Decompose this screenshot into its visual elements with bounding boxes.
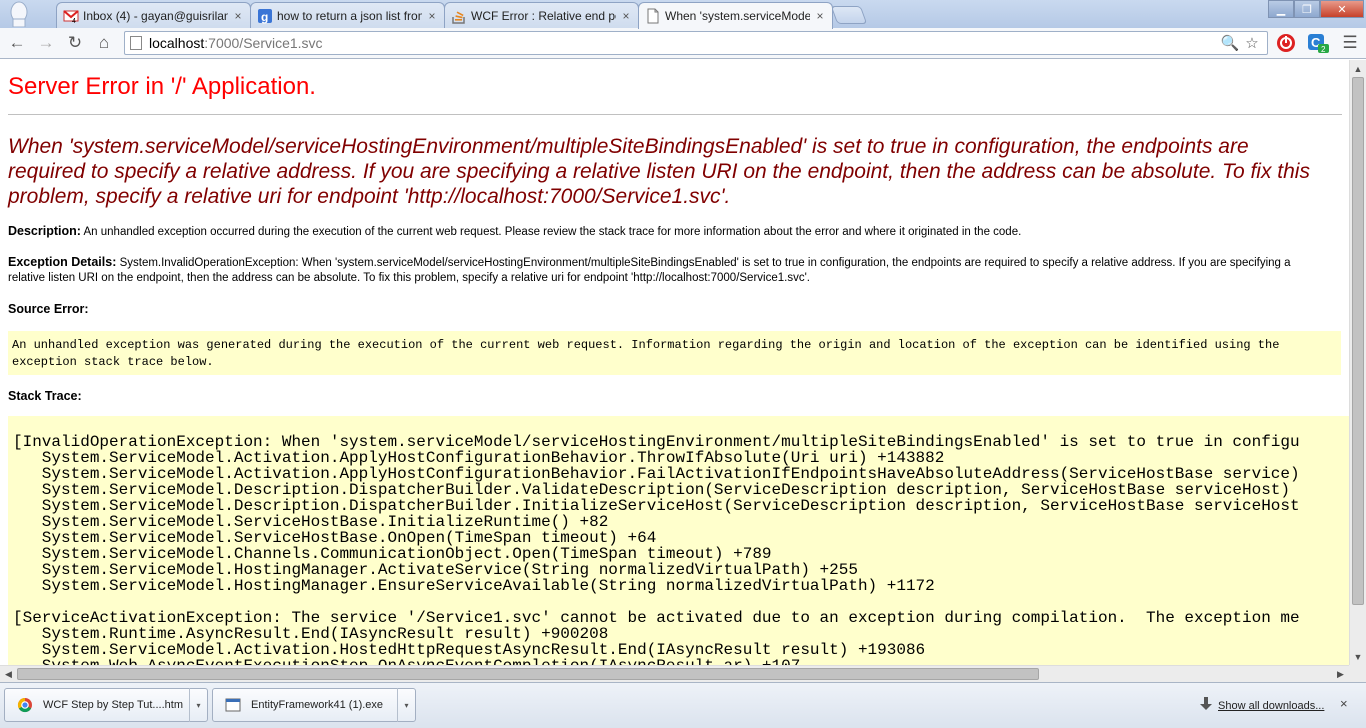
horizontal-scroll-thumb[interactable] bbox=[17, 668, 1039, 680]
show-all-downloads: Show all downloads... bbox=[1200, 697, 1324, 714]
download-arrow-icon bbox=[1200, 697, 1212, 714]
page-title: Server Error in '/' Application. bbox=[8, 73, 316, 100]
power-extension-icon[interactable] bbox=[1274, 32, 1298, 54]
download-name: WCF Step by Step Tut....htm bbox=[43, 699, 183, 711]
stack-trace-line: System.Runtime.AsyncResult.End(IAsyncRes… bbox=[13, 625, 609, 643]
stack-trace-line: System.Web.AsyncEventExecutionStep.OnAsy… bbox=[13, 658, 1349, 665]
page-icon bbox=[645, 8, 661, 24]
google-icon: g bbox=[257, 8, 273, 24]
stack-trace-box: [InvalidOperationException: When 'system… bbox=[8, 416, 1349, 665]
browser-toolbar: ← → ↻ ⌂ localhost:7000/Service1.svc 🔍 ☆ … bbox=[0, 28, 1366, 59]
reload-button[interactable]: ↻ bbox=[63, 32, 87, 54]
stack-trace-line: System.ServiceModel.Description.Dispatch… bbox=[13, 497, 1300, 515]
chrome-icon bbox=[17, 697, 33, 713]
stack-trace-line: System.ServiceModel.ServiceHostBase.Init… bbox=[13, 513, 609, 531]
stack-trace-label: Stack Trace: bbox=[8, 389, 82, 403]
minimize-button[interactable]: ▁ bbox=[1268, 0, 1294, 18]
scroll-left-arrow-icon[interactable]: ◀ bbox=[0, 666, 17, 682]
url-host: localhost bbox=[149, 35, 205, 51]
scroll-right-arrow-icon[interactable]: ▶ bbox=[1332, 666, 1349, 682]
stack-trace-line bbox=[13, 594, 1349, 610]
menu-icon[interactable]: ☰ bbox=[1338, 32, 1362, 54]
stack-trace-line: System.ServiceModel.HostingManager.Activ… bbox=[13, 561, 858, 579]
tab-active[interactable]: When 'system.serviceModel/ × bbox=[638, 2, 833, 29]
stack-trace-line: System.ServiceModel.HostingManager.Ensur… bbox=[13, 577, 935, 595]
divider bbox=[8, 114, 1342, 115]
download-item-exe[interactable]: EntityFramework41 (1).exe ▾ bbox=[212, 688, 416, 722]
download-menu-button[interactable]: ▾ bbox=[397, 688, 415, 722]
stack-trace-line: System.ServiceModel.Description.Dispatch… bbox=[13, 481, 1291, 499]
tab-close-button[interactable]: × bbox=[620, 9, 632, 23]
bookmark-star-icon[interactable]: ☆ bbox=[1243, 34, 1261, 52]
tab-close-button[interactable]: × bbox=[232, 9, 244, 23]
scroll-down-arrow-icon[interactable]: ▼ bbox=[1350, 648, 1366, 665]
tab-gmail[interactable]: 4 Inbox (4) - gayan@guisrilank × bbox=[56, 2, 251, 28]
gmail-icon: 4 bbox=[63, 8, 79, 25]
vertical-scroll-thumb[interactable] bbox=[1352, 77, 1364, 605]
stack-trace-line: System.ServiceModel.Activation.ApplyHost… bbox=[13, 465, 1300, 483]
source-error-label: Source Error: bbox=[8, 302, 89, 316]
home-button[interactable]: ⌂ bbox=[92, 32, 116, 54]
tab-google[interactable]: g how to return a json list from × bbox=[250, 2, 445, 28]
stack-trace-line: [ServiceActivationException: The service… bbox=[13, 609, 1300, 627]
exception-details: Exception Details: System.InvalidOperati… bbox=[8, 255, 1328, 286]
description-text: An unhandled exception occurred during t… bbox=[83, 226, 1022, 238]
stack-trace-line: System.ServiceModel.Activation.HostedHtt… bbox=[13, 641, 926, 659]
address-bar[interactable]: localhost:7000/Service1.svc 🔍 ☆ bbox=[124, 31, 1268, 55]
tab-close-button[interactable]: × bbox=[814, 9, 826, 23]
horizontal-scrollbar[interactable]: ◀ ▶ bbox=[0, 665, 1349, 682]
tab-title: Inbox (4) - gayan@guisrilank bbox=[83, 8, 228, 23]
extension-c-icon[interactable]: C2 bbox=[1306, 32, 1330, 54]
maximize-button[interactable]: ❐ bbox=[1294, 0, 1320, 18]
description-label: Description: bbox=[8, 224, 81, 238]
zoom-icon[interactable]: 🔍 bbox=[1221, 34, 1240, 52]
tab-title: WCF Error : Relative end poi bbox=[471, 8, 616, 23]
stack-trace-line: System.ServiceModel.Channels.Communicati… bbox=[13, 545, 772, 563]
gmail-badge: 4 bbox=[72, 18, 76, 24]
stackoverflow-icon bbox=[451, 8, 467, 24]
show-all-downloads-link[interactable]: Show all downloads... bbox=[1218, 700, 1324, 712]
download-menu-button[interactable]: ▾ bbox=[189, 688, 207, 722]
stack-trace-line: System.ServiceModel.ServiceHostBase.OnOp… bbox=[13, 529, 657, 547]
error-message: When 'system.serviceModel/serviceHosting… bbox=[8, 135, 1310, 208]
page-info-icon[interactable] bbox=[130, 36, 142, 50]
forward-button[interactable]: → bbox=[34, 32, 58, 54]
page-viewport: Server Error in '/' Application. When 's… bbox=[0, 60, 1349, 665]
back-button[interactable]: ← bbox=[5, 32, 29, 54]
exception-label: Exception Details: bbox=[8, 255, 117, 269]
tab-title: how to return a json list from bbox=[277, 8, 422, 23]
scrollbar-corner bbox=[1349, 665, 1366, 682]
svg-text:g: g bbox=[261, 10, 268, 24]
tab-stackoverflow[interactable]: WCF Error : Relative end poi × bbox=[444, 2, 639, 28]
downloads-bar: WCF Step by Step Tut....htm ▾ EntityFram… bbox=[0, 682, 1366, 728]
close-downloads-bar-button[interactable]: × bbox=[1340, 696, 1348, 711]
description: Description: An unhandled exception occu… bbox=[8, 224, 1328, 240]
stack-trace-line: [InvalidOperationException: When 'system… bbox=[13, 433, 1300, 451]
scroll-up-arrow-icon[interactable]: ▲ bbox=[1350, 60, 1366, 77]
tab-strip: 4 Inbox (4) - gayan@guisrilank × g how t… bbox=[0, 0, 1366, 29]
close-window-button[interactable]: ✕ bbox=[1320, 0, 1364, 18]
stack-trace-line: System.ServiceModel.Activation.ApplyHost… bbox=[13, 449, 945, 467]
profile-avatar-icon[interactable] bbox=[8, 1, 30, 28]
download-item-htm[interactable]: WCF Step by Step Tut....htm ▾ bbox=[4, 688, 208, 722]
download-name: EntityFramework41 (1).exe bbox=[251, 699, 384, 711]
vertical-scrollbar[interactable]: ▲ ▼ bbox=[1349, 60, 1366, 665]
source-error-box: An unhandled exception was generated dur… bbox=[8, 331, 1341, 375]
new-tab-button[interactable] bbox=[830, 6, 868, 24]
url-path: :7000/Service1.svc bbox=[204, 35, 323, 51]
extension-badge: 2 bbox=[1321, 45, 1326, 54]
tab-title: When 'system.serviceModel/ bbox=[665, 9, 810, 23]
exe-icon bbox=[225, 697, 241, 713]
tab-close-button[interactable]: × bbox=[426, 9, 438, 23]
exception-text: System.InvalidOperationException: When '… bbox=[8, 257, 1291, 284]
